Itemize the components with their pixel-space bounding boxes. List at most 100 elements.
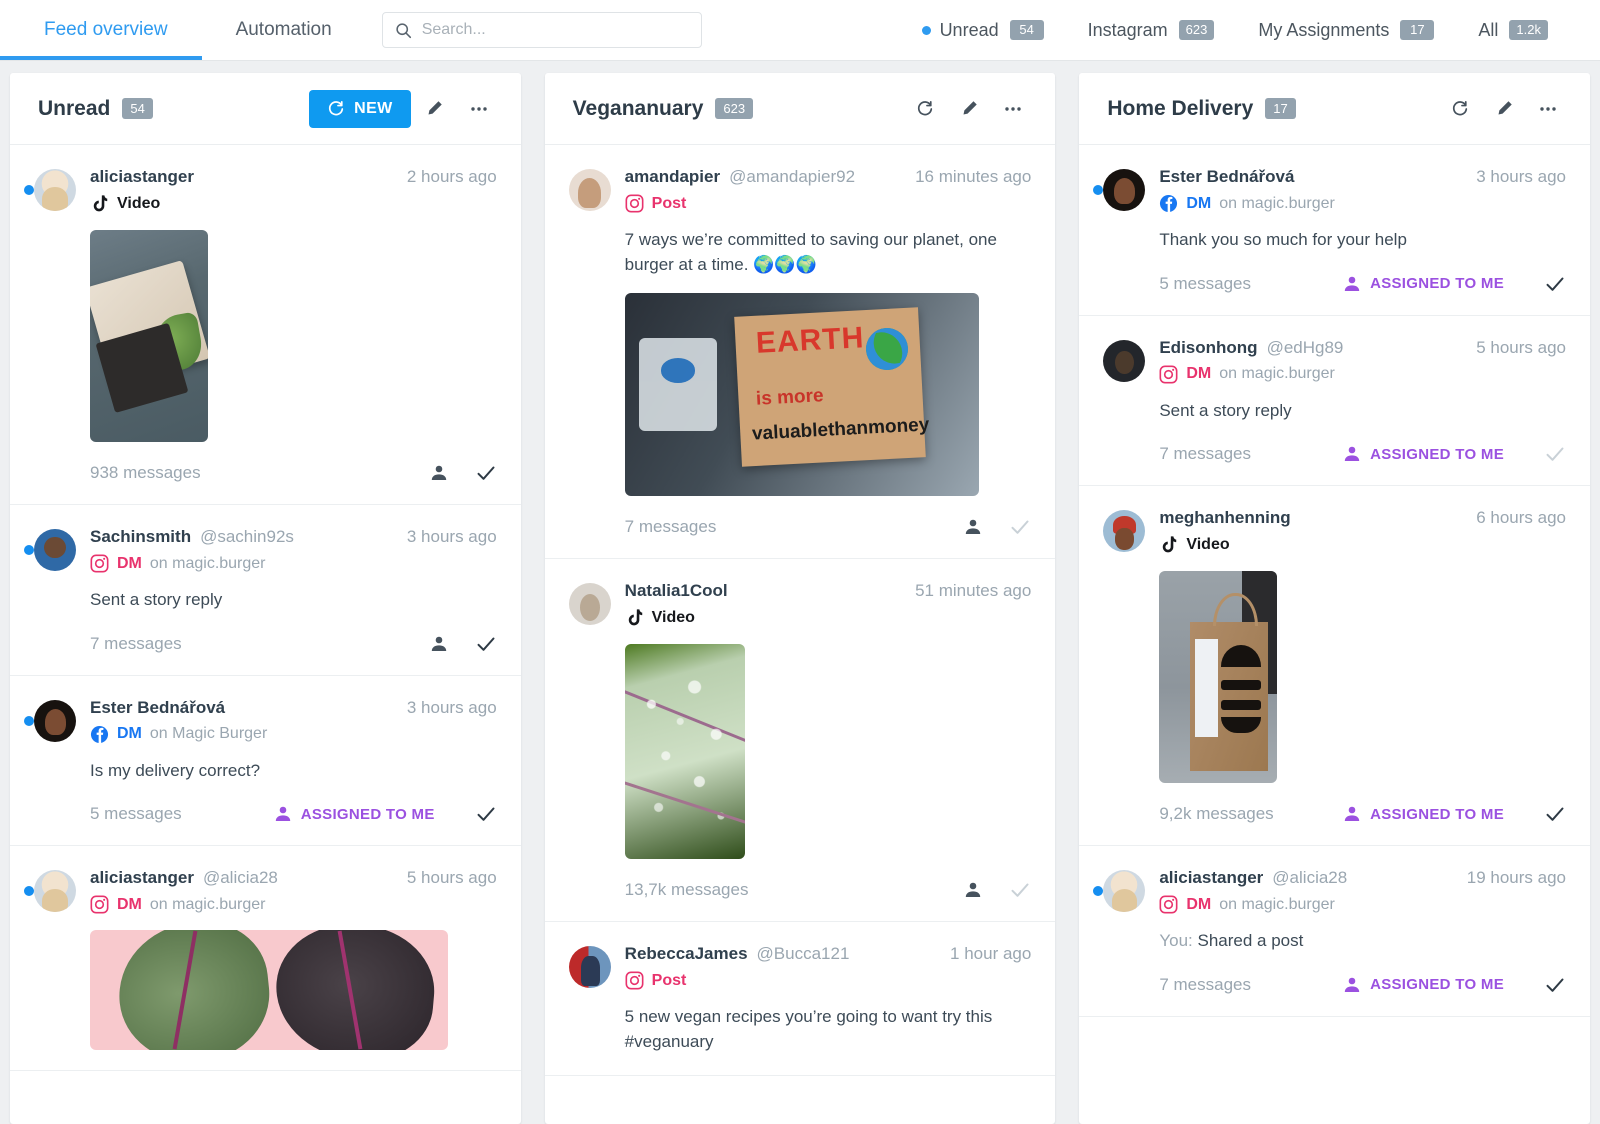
source-type-label: Post bbox=[651, 194, 687, 212]
message-count: 5 messages bbox=[90, 804, 182, 824]
more-button[interactable] bbox=[459, 89, 499, 129]
filter-my-assignments-label: My Assignments bbox=[1258, 19, 1390, 40]
feed-item[interactable]: aliciastanger 2 hours ago Video 938 mess… bbox=[10, 145, 521, 505]
feed-item-body: Ester Bednářová 3 hours ago DM on magic.… bbox=[1159, 167, 1566, 295]
feed-item[interactable]: RebeccaJames @Bucca121 1 hour ago Post 5… bbox=[544, 922, 1056, 1076]
check-action[interactable] bbox=[1544, 974, 1566, 996]
preview-text: Is my delivery correct? bbox=[90, 760, 261, 780]
check-action[interactable] bbox=[1544, 803, 1566, 825]
column-actions: NEW bbox=[309, 89, 499, 129]
new-button[interactable]: NEW bbox=[309, 89, 411, 128]
media-thumbnail[interactable]: EARTH is more valuablethanmoney bbox=[624, 293, 979, 497]
refresh-button[interactable] bbox=[1440, 89, 1480, 129]
feed-item[interactable]: meghanhenning 6 hours ago Video 9,2k mes… bbox=[1079, 486, 1591, 847]
feed-item-header: aliciastanger @alicia28 5 hours ago bbox=[90, 868, 497, 888]
filter-all-count: 1.2k bbox=[1509, 19, 1548, 41]
check-action[interactable] bbox=[475, 803, 497, 825]
edit-icon bbox=[1495, 99, 1514, 118]
assigned-to-me-badge[interactable]: ASSIGNED TO ME bbox=[1342, 444, 1504, 464]
feed-item[interactable]: aliciastanger @alicia28 5 hours ago DM o… bbox=[10, 846, 521, 1072]
edit-button[interactable] bbox=[949, 89, 989, 129]
tiktok-icon bbox=[625, 608, 644, 628]
message-preview: 7 ways we’re committed to saving our pla… bbox=[625, 228, 1032, 277]
top-navigation-bar: Feed overview Automation Unread 54 Insta… bbox=[0, 0, 1600, 61]
column-actions bbox=[1440, 89, 1568, 129]
item-meta-row: 9,2k messages ASSIGNED TO ME bbox=[1159, 803, 1566, 825]
check-action[interactable] bbox=[1544, 443, 1566, 465]
timestamp: 51 minutes ago bbox=[915, 581, 1032, 601]
tab-automation[interactable]: Automation bbox=[202, 0, 366, 60]
search-icon bbox=[395, 22, 412, 39]
item-action-icons bbox=[429, 462, 497, 484]
timestamp: 16 minutes ago bbox=[915, 167, 1032, 186]
column-actions bbox=[905, 89, 1033, 129]
instagram-icon bbox=[1159, 365, 1178, 384]
message-preview: 5 new vegan recipes you’re going to want… bbox=[625, 1005, 1032, 1054]
column-count-badge: 623 bbox=[715, 98, 754, 119]
person-action[interactable] bbox=[429, 463, 449, 483]
assigned-to-me-badge[interactable]: ASSIGNED TO ME bbox=[1342, 804, 1504, 824]
person-icon bbox=[1342, 804, 1362, 824]
feed-item-body: aliciastanger @alicia28 19 hours ago DM … bbox=[1159, 868, 1566, 996]
more-button[interactable] bbox=[1528, 89, 1568, 129]
edit-icon bbox=[425, 99, 444, 118]
message-preview: Thank you so much for your help bbox=[1159, 228, 1566, 253]
user-handle: @edHg89 bbox=[1266, 337, 1344, 357]
check-action[interactable] bbox=[475, 633, 497, 655]
refresh-button[interactable] bbox=[905, 89, 945, 129]
assigned-to-me-badge[interactable]: ASSIGNED TO ME bbox=[273, 804, 435, 824]
source-type-label: Post bbox=[651, 971, 687, 989]
feed-item[interactable]: Ester Bednářová 3 hours ago DM on Magic … bbox=[10, 676, 521, 847]
thumbnail-art: EARTH is more valuablethanmoney bbox=[624, 293, 979, 497]
item-action-icons bbox=[1544, 443, 1566, 465]
tab-feed-overview[interactable]: Feed overview bbox=[0, 0, 202, 60]
message-preview: You: Shared a post bbox=[1159, 929, 1566, 954]
search-area bbox=[381, 12, 702, 48]
feed-item[interactable]: Natalia1Cool 51 minutes ago Video 13,7k … bbox=[544, 559, 1056, 923]
unread-indicator-dot bbox=[1093, 886, 1104, 897]
column-body: aliciastanger 2 hours ago Video 938 mess… bbox=[10, 145, 521, 1124]
search-box[interactable] bbox=[381, 12, 702, 48]
check-action[interactable] bbox=[475, 462, 497, 484]
edit-button[interactable] bbox=[1484, 89, 1524, 129]
source-type-label: DM bbox=[117, 554, 142, 572]
assigned-to-me-badge[interactable]: ASSIGNED TO ME bbox=[1342, 274, 1504, 294]
username: aliciastanger bbox=[90, 167, 194, 186]
item-meta-row: 5 messages ASSIGNED TO ME bbox=[90, 803, 497, 825]
feed-item-body: aliciastanger 2 hours ago Video 938 mess… bbox=[90, 167, 497, 484]
instagram-icon bbox=[90, 554, 109, 573]
filter-instagram[interactable]: Instagram 623 bbox=[1066, 20, 1237, 41]
preview-text: 7 ways we’re committed to saving our pla… bbox=[624, 230, 997, 274]
filter-unread[interactable]: Unread 54 bbox=[900, 20, 1066, 41]
feed-item[interactable]: aliciastanger @alicia28 19 hours ago DM … bbox=[1079, 846, 1591, 1017]
search-input[interactable] bbox=[421, 21, 689, 39]
feed-item-body: RebeccaJames @Bucca121 1 hour ago Post 5… bbox=[625, 944, 1032, 1054]
filter-my-assignments[interactable]: My Assignments 17 bbox=[1236, 20, 1456, 41]
more-button[interactable] bbox=[993, 89, 1033, 129]
item-action-icons bbox=[1544, 974, 1566, 996]
filter-my-assignments-count: 17 bbox=[1400, 19, 1435, 41]
media-thumbnail[interactable] bbox=[624, 644, 745, 860]
feed-item[interactable]: Sachinsmith @sachin92s 3 hours ago DM on… bbox=[10, 505, 521, 676]
media-thumbnail[interactable] bbox=[90, 930, 448, 1051]
unread-indicator-dot bbox=[24, 715, 34, 726]
feed-item[interactable]: amandapier @amandapier92 16 minutes ago … bbox=[544, 145, 1056, 560]
person-action[interactable] bbox=[429, 634, 449, 654]
person-action[interactable] bbox=[963, 880, 983, 900]
user-handle: @alicia28 bbox=[202, 868, 278, 888]
check-action[interactable] bbox=[1544, 273, 1566, 295]
filter-all[interactable]: All 1.2k bbox=[1456, 20, 1570, 41]
assigned-to-me-badge[interactable]: ASSIGNED TO ME bbox=[1342, 975, 1504, 995]
avatar bbox=[1103, 870, 1146, 913]
message-count: 9,2k messages bbox=[1159, 804, 1274, 824]
check-action[interactable] bbox=[1009, 879, 1031, 901]
media-thumbnail[interactable] bbox=[1159, 571, 1278, 784]
media-thumbnail[interactable] bbox=[90, 230, 208, 442]
edit-button[interactable] bbox=[415, 89, 455, 129]
person-action[interactable] bbox=[963, 517, 983, 537]
feed-item[interactable]: Edisonhong @edHg89 5 hours ago DM on mag… bbox=[1079, 316, 1591, 487]
check-action[interactable] bbox=[1009, 516, 1031, 538]
source-type-label: DM bbox=[117, 895, 142, 913]
feed-item[interactable]: Ester Bednářová 3 hours ago DM on magic.… bbox=[1079, 145, 1591, 316]
item-meta-row: 7 messages ASSIGNED TO ME bbox=[1159, 974, 1566, 996]
